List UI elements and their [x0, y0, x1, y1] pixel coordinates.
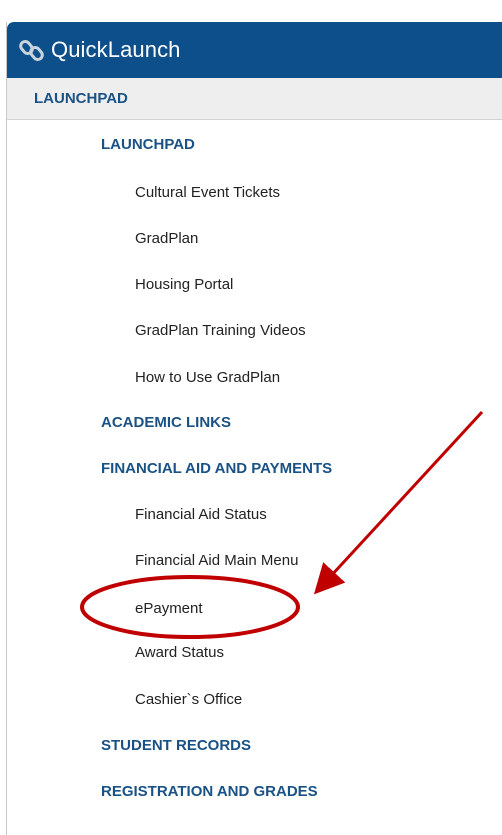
menu-item-epayment[interactable]: ePayment — [135, 596, 203, 620]
quicklaunch-panel: QuickLaunch LAUNCHPAD LAUNCHPAD Cultural… — [6, 22, 502, 835]
section-label: LAUNCHPAD — [34, 90, 128, 107]
menu-item-housing-portal[interactable]: Housing Portal — [135, 272, 233, 296]
category-academic-links[interactable]: ACADEMIC LINKS — [101, 410, 231, 434]
category-student-records[interactable]: STUDENT RECORDS — [101, 733, 251, 757]
menu-item-how-to-use-gradplan[interactable]: How to Use GradPlan — [135, 365, 280, 389]
link-chain-icon — [19, 39, 44, 62]
menu-item-award-status[interactable]: Award Status — [135, 640, 224, 664]
category-registration-and-grades[interactable]: REGISTRATION AND GRADES — [101, 779, 318, 803]
menu-item-cashiers-office[interactable]: Cashier`s Office — [135, 687, 242, 711]
quicklaunch-title: QuickLaunch — [51, 37, 181, 62]
launchpad-section-header[interactable]: LAUNCHPAD — [7, 78, 502, 120]
menu-item-gradplan[interactable]: GradPlan — [135, 226, 198, 250]
menu-item-financial-aid-status[interactable]: Financial Aid Status — [135, 502, 267, 526]
category-financial-aid-and-payments[interactable]: FINANCIAL AID AND PAYMENTS — [101, 456, 332, 480]
menu-item-financial-aid-main-menu[interactable]: Financial Aid Main Menu — [135, 548, 298, 572]
category-launchpad[interactable]: LAUNCHPAD — [101, 132, 195, 156]
menu-item-gradplan-training-videos[interactable]: GradPlan Training Videos — [135, 318, 306, 342]
menu-item-cultural-event-tickets[interactable]: Cultural Event Tickets — [135, 180, 280, 204]
quicklaunch-header: QuickLaunch — [7, 22, 502, 78]
